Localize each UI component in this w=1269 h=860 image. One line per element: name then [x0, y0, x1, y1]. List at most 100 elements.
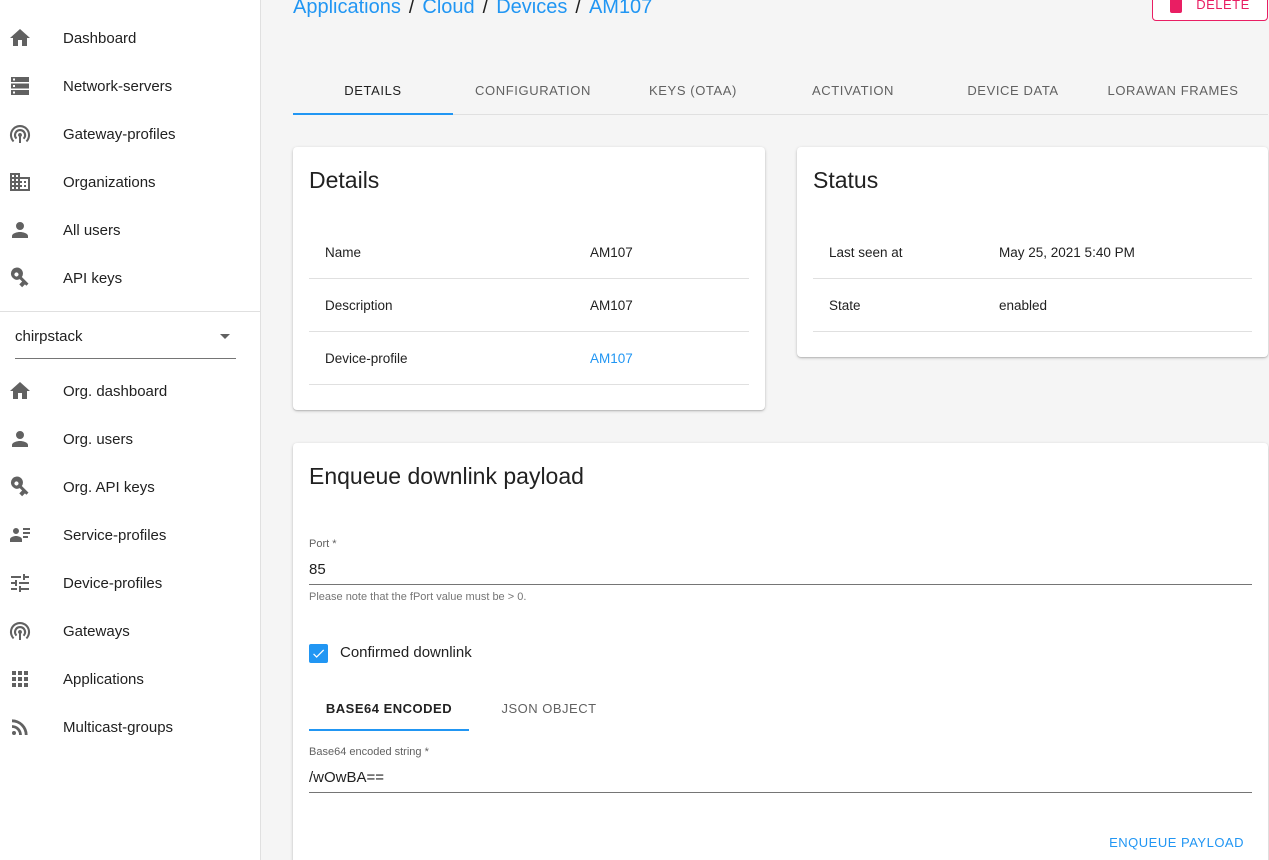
- sidebar-item-label: Device-profiles: [63, 574, 163, 592]
- sidebar-item-org-api-keys[interactable]: Org. API keys: [0, 463, 260, 511]
- person-icon: [0, 427, 63, 451]
- device-profile-link[interactable]: AM107: [590, 351, 633, 366]
- sidebar-item-label: All users: [63, 221, 121, 239]
- status-card-title: Status: [813, 167, 879, 193]
- sidebar-item-label: API keys: [63, 269, 123, 287]
- sidebar-item-label: Gateway-profiles: [63, 125, 176, 143]
- port-helper-text: Please note that the fPort value must be…: [309, 591, 527, 603]
- sidebar-item-all-users[interactable]: All users: [0, 206, 260, 254]
- breadcrumb-applications[interactable]: Applications: [293, 0, 401, 19]
- sidebar-item-applications[interactable]: Applications: [0, 655, 260, 703]
- sidebar-item-organizations[interactable]: Organizations: [0, 158, 260, 206]
- status-key: State: [829, 297, 861, 313]
- tab-device-data[interactable]: DEVICE DATA: [933, 66, 1093, 114]
- sidebar-item-org-users[interactable]: Org. users: [0, 415, 260, 463]
- tune-icon: [0, 571, 63, 595]
- organization-select[interactable]: chirpstack: [15, 315, 236, 359]
- status-key: Last seen at: [829, 244, 903, 260]
- tab-json-object[interactable]: JSON OBJECT: [469, 685, 629, 731]
- sidebar-item-label: Organizations: [63, 173, 156, 191]
- breadcrumb: Applications / Cloud / Devices / AM107: [293, 0, 652, 19]
- sidebar-item-org-dashboard[interactable]: Org. dashboard: [0, 367, 260, 415]
- main-content: Applications / Cloud / Devices / AM107 D…: [261, 0, 1269, 860]
- details-row-description: Description AM107: [309, 279, 749, 332]
- breadcrumb-separator: /: [408, 0, 415, 18]
- breadcrumb-separator: /: [575, 0, 581, 18]
- sidebar-item-label: Multicast-groups: [63, 718, 174, 736]
- port-input[interactable]: [309, 555, 1252, 585]
- sidebar-item-dashboard[interactable]: Dashboard: [0, 14, 260, 62]
- breadcrumb-separator: /: [482, 0, 489, 18]
- sidebar: Dashboard Network-servers Gateway-profil…: [0, 0, 261, 860]
- tab-base64-encoded[interactable]: BASE64 ENCODED: [309, 685, 469, 731]
- sidebar-item-multicast-groups[interactable]: Multicast-groups: [0, 703, 260, 751]
- device-tabs: DETAILS CONFIGURATION KEYS (OTAA) ACTIVA…: [293, 66, 1268, 115]
- breadcrumb-cloud[interactable]: Cloud: [422, 0, 474, 19]
- confirmed-downlink-checkbox[interactable]: [309, 644, 328, 663]
- status-row-last-seen: Last seen at May 25, 2021 5:40 PM: [813, 226, 1252, 279]
- sidebar-item-label: Dashboard: [63, 29, 137, 47]
- base64-input[interactable]: [309, 763, 1252, 793]
- chevron-down-icon: [220, 334, 230, 339]
- status-card: Status Last seen at May 25, 2021 5:40 PM…: [797, 147, 1268, 357]
- sidebar-top-nav: Dashboard Network-servers Gateway-profil…: [0, 0, 260, 302]
- details-value: AM107: [590, 244, 633, 260]
- sidebar-item-service-profiles[interactable]: Service-profiles: [0, 511, 260, 559]
- details-key: Description: [325, 297, 393, 313]
- port-label: Port *: [309, 538, 337, 550]
- checkmark-icon: [313, 649, 325, 658]
- account-details-icon: [0, 523, 63, 547]
- enqueue-payload-button[interactable]: ENQUEUE PAYLOAD: [1109, 835, 1244, 850]
- details-key: Name: [325, 244, 362, 260]
- payload-tabs: BASE64 ENCODED JSON OBJECT: [309, 685, 629, 731]
- sidebar-item-label: Org. API keys: [63, 478, 155, 496]
- details-row-device-profile: Device-profile AM107: [309, 332, 749, 385]
- sidebar-item-gateways[interactable]: Gateways: [0, 607, 260, 655]
- antenna-icon: [0, 122, 63, 146]
- tab-lorawan-frames[interactable]: LORAWAN FRAMES: [1093, 66, 1253, 114]
- sidebar-item-label: Org. dashboard: [63, 382, 168, 400]
- tab-keys-otaa[interactable]: KEYS (OTAA): [613, 66, 773, 114]
- status-value: enabled: [999, 297, 1048, 313]
- sidebar-item-label: Gateways: [63, 622, 130, 640]
- person-icon: [0, 218, 63, 242]
- status-row-state: State enabled: [813, 279, 1252, 332]
- home-icon: [0, 26, 63, 50]
- sidebar-item-label: Org. users: [63, 430, 134, 448]
- key-icon: [0, 475, 63, 499]
- sidebar-item-label: Network-servers: [63, 77, 173, 95]
- key-icon: [0, 266, 63, 290]
- delete-button[interactable]: DELETE: [1152, 0, 1268, 21]
- breadcrumb-device-am107[interactable]: AM107: [589, 0, 652, 19]
- confirmed-downlink-label: Confirmed downlink: [340, 644, 472, 661]
- details-row-name: Name AM107: [309, 226, 749, 279]
- details-key: Device-profile: [325, 350, 408, 366]
- antenna-icon: [0, 619, 63, 643]
- rss-icon: [0, 715, 63, 739]
- breadcrumb-devices[interactable]: Devices: [496, 0, 567, 19]
- tab-configuration[interactable]: CONFIGURATION: [453, 66, 613, 114]
- sidebar-org-nav: Org. dashboard Org. users Org. API keys …: [0, 359, 260, 751]
- sidebar-item-network-servers[interactable]: Network-servers: [0, 62, 260, 110]
- status-value: May 25, 2021 5:40 PM: [999, 244, 1135, 260]
- downlink-card-title: Enqueue downlink payload: [309, 463, 584, 489]
- tab-activation[interactable]: ACTIVATION: [773, 66, 933, 114]
- details-value: AM107: [590, 297, 633, 313]
- home-icon: [0, 379, 63, 403]
- sidebar-item-label: Service-profiles: [63, 526, 167, 544]
- details-card: Details Name AM107 Description AM107 Dev…: [293, 147, 765, 410]
- sidebar-item-label: Applications: [63, 670, 144, 688]
- delete-button-label: DELETE: [1196, 0, 1250, 12]
- trash-icon: [1170, 0, 1183, 13]
- sidebar-divider: [0, 311, 260, 312]
- sidebar-item-device-profiles[interactable]: Device-profiles: [0, 559, 260, 607]
- sidebar-item-api-keys[interactable]: API keys: [0, 254, 260, 302]
- tab-details[interactable]: DETAILS: [293, 66, 453, 115]
- sidebar-item-gateway-profiles[interactable]: Gateway-profiles: [0, 110, 260, 158]
- downlink-card: Enqueue downlink payload Port * Please n…: [293, 443, 1268, 860]
- server-icon: [0, 74, 63, 98]
- organization-select-value: chirpstack: [15, 328, 83, 345]
- base64-label: Base64 encoded string *: [309, 746, 429, 758]
- details-card-title: Details: [309, 167, 380, 193]
- apps-grid-icon: [0, 667, 63, 691]
